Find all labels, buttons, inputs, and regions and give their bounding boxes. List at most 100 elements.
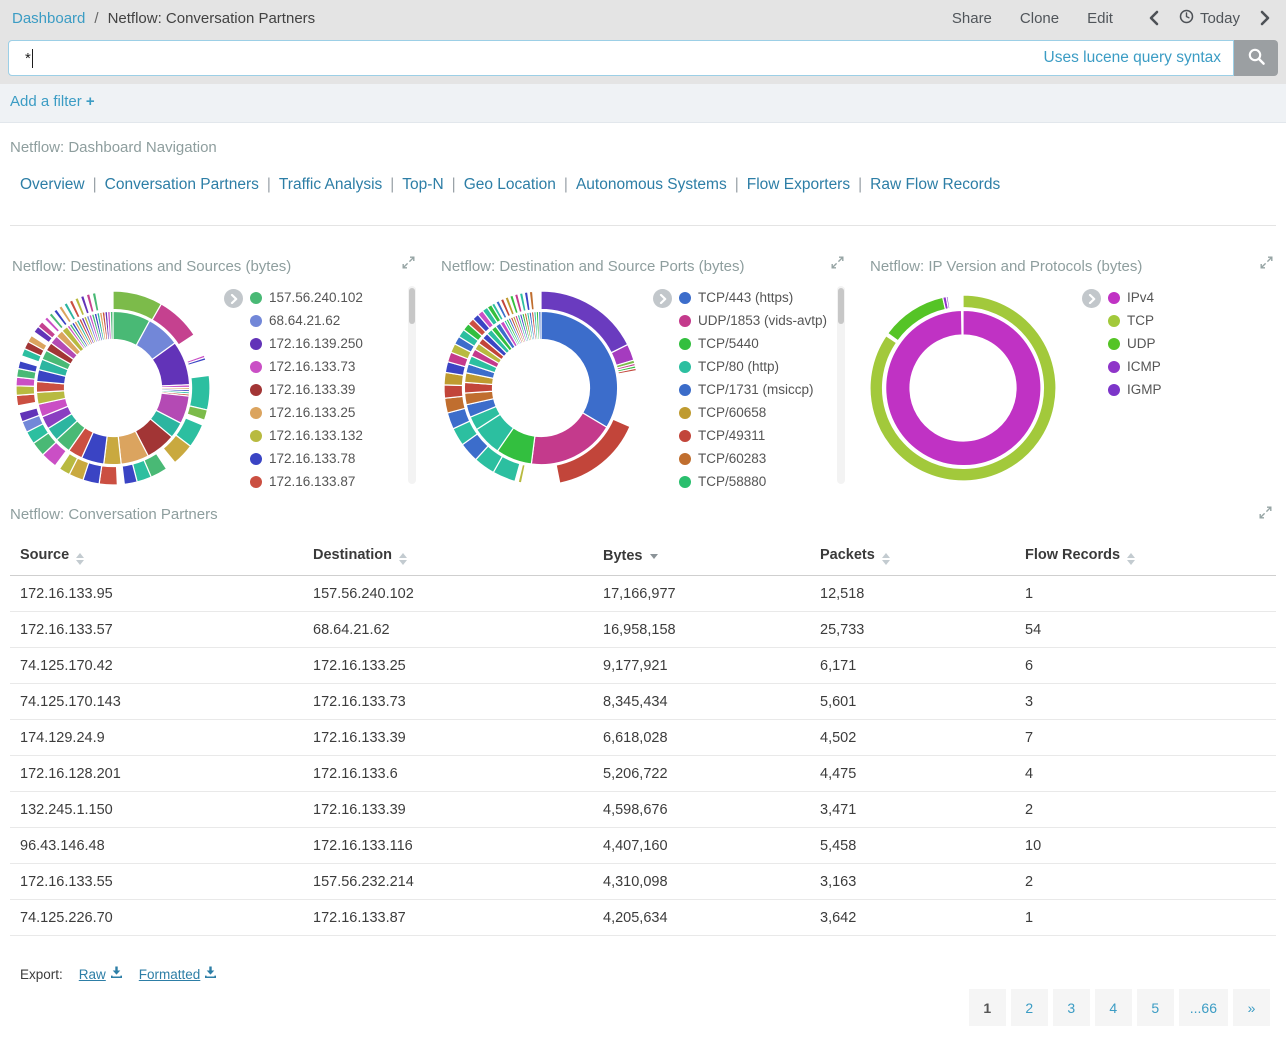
table-header-row: SourceDestination Bytes PacketsFlow Record… bbox=[10, 537, 1276, 576]
lucene-syntax-link[interactable]: Uses lucene query syntax bbox=[1044, 49, 1221, 67]
legend-item-172-16-133-25[interactable]: 172.16.133.25 bbox=[250, 401, 402, 424]
nav-link-flow-exporters[interactable]: Flow Exporters bbox=[747, 176, 850, 193]
nav-separator: | bbox=[564, 176, 568, 193]
legend-label: 172.16.133.132 bbox=[269, 428, 363, 443]
table-cell: 6,618,028 bbox=[593, 720, 810, 756]
table-cell: 4,502 bbox=[810, 720, 1015, 756]
legend-item-tcp-58880[interactable]: TCP/58880 bbox=[679, 470, 831, 493]
page-button-66[interactable]: ...66 bbox=[1179, 989, 1228, 1026]
legend-next-icon[interactable] bbox=[1082, 289, 1101, 308]
legend-item-172-16-133-132[interactable]: 172.16.133.132 bbox=[250, 424, 402, 447]
column-header-bytes[interactable]: Bytes bbox=[593, 537, 810, 576]
export-raw-link[interactable]: Raw bbox=[79, 966, 123, 982]
export-formatted-link[interactable]: Formatted bbox=[139, 966, 218, 982]
page-button-5[interactable]: 5 bbox=[1137, 989, 1174, 1026]
chart-legend: 157.56.240.10268.64.21.62172.16.139.2501… bbox=[224, 286, 416, 493]
column-header-source[interactable]: Source bbox=[10, 537, 303, 576]
legend-scrollbar[interactable] bbox=[408, 286, 416, 484]
legend-item-68-64-21-62[interactable]: 68.64.21.62 bbox=[250, 309, 402, 332]
page-button-[interactable]: » bbox=[1233, 989, 1270, 1026]
nav-link-conversation-partners[interactable]: Conversation Partners bbox=[105, 176, 259, 193]
sunburst-segment[interactable] bbox=[539, 311, 541, 339]
legend-item-172-16-133-87[interactable]: 172.16.133.87 bbox=[250, 470, 402, 493]
topbar: Dashboard / Netflow: Conversation Partne… bbox=[0, 0, 1286, 36]
share-button[interactable]: Share bbox=[952, 10, 992, 27]
table-cell: 172.16.133.6 bbox=[303, 756, 593, 792]
legend-next-icon[interactable] bbox=[224, 289, 243, 308]
search-button[interactable] bbox=[1234, 40, 1278, 76]
legend-item-tcp-49311[interactable]: TCP/49311 bbox=[679, 424, 831, 447]
legend-item-igmp[interactable]: IGMP bbox=[1108, 378, 1260, 401]
legend-item-172-16-133-78[interactable]: 172.16.133.78 bbox=[250, 447, 402, 470]
search-input[interactable]: * Uses lucene query syntax bbox=[8, 40, 1234, 76]
legend-items: IPv4TCPUDPICMPIGMP bbox=[1108, 286, 1260, 401]
page-button-4[interactable]: 4 bbox=[1095, 989, 1132, 1026]
legend-next-icon[interactable] bbox=[653, 289, 672, 308]
table-row: 74.125.170.143172.16.133.738,345,4345,60… bbox=[10, 684, 1276, 720]
sunburst-segment[interactable] bbox=[190, 375, 210, 410]
legend-items: TCP/443 (https)UDP/1853 (vids-avtp) TCP/5… bbox=[679, 286, 831, 493]
legend-item-tcp[interactable]: TCP bbox=[1108, 309, 1260, 332]
sunburst-chart[interactable] bbox=[858, 271, 1088, 491]
legend-item-tcp-60283[interactable]: TCP/60283 bbox=[679, 447, 831, 470]
legend-item-icmp[interactable]: ICMP bbox=[1108, 355, 1260, 378]
legend-item-172-16-133-39[interactable]: 172.16.133.39 bbox=[250, 378, 402, 401]
scrollbar-thumb[interactable] bbox=[838, 288, 844, 324]
charts-row: Netflow: Destinations and Sources (bytes… bbox=[0, 226, 1286, 498]
column-header-flow-records[interactable]: Flow Records bbox=[1015, 537, 1276, 576]
expand-icon[interactable] bbox=[1259, 506, 1272, 524]
time-range-label: Today bbox=[1200, 10, 1240, 27]
legend-item-ipv4[interactable]: IPv4 bbox=[1108, 286, 1260, 309]
expand-icon[interactable] bbox=[402, 256, 415, 274]
table-cell: 6 bbox=[1015, 648, 1276, 684]
scrollbar-thumb[interactable] bbox=[409, 288, 415, 324]
nav-separator: | bbox=[452, 176, 456, 193]
legend-item-tcp-80-http[interactable]: TCP/80 (http) bbox=[679, 355, 831, 378]
nav-link-top-n[interactable]: Top-N bbox=[402, 176, 443, 193]
legend-item-172-16-139-250[interactable]: 172.16.139.250 bbox=[250, 332, 402, 355]
sunburst-segment[interactable] bbox=[886, 310, 1041, 465]
breadcrumb-dashboard-link[interactable]: Dashboard bbox=[12, 10, 85, 27]
page-button-1[interactable]: 1 bbox=[969, 989, 1006, 1026]
nav-link-geo-location[interactable]: Geo Location bbox=[464, 176, 556, 193]
legend-item-udp-1853-vids-avtp[interactable]: UDP/1853 (vids-avtp) bbox=[679, 309, 831, 332]
nav-link-overview[interactable]: Overview bbox=[20, 176, 85, 193]
table-cell: 174.129.24.9 bbox=[10, 720, 303, 756]
column-header-destination[interactable]: Destination bbox=[303, 537, 593, 576]
clone-button[interactable]: Clone bbox=[1020, 10, 1059, 27]
table-cell: 4,407,160 bbox=[593, 828, 810, 864]
legend-scrollbar[interactable] bbox=[837, 286, 845, 484]
legend-item-tcp-443-https[interactable]: TCP/443 (https) bbox=[679, 286, 831, 309]
time-picker-button[interactable]: Today bbox=[1179, 9, 1240, 28]
page-button-3[interactable]: 3 bbox=[1053, 989, 1090, 1026]
sunburst-chart[interactable] bbox=[429, 271, 659, 491]
column-label: Bytes bbox=[603, 548, 643, 564]
legend-item-tcp-5440[interactable]: TCP/5440 bbox=[679, 332, 831, 355]
legend-item-tcp-1731-msiccp[interactable]: TCP/1731 (msiccp) bbox=[679, 378, 831, 401]
search-query-value: * bbox=[25, 49, 33, 68]
time-prev-icon[interactable] bbox=[1149, 10, 1159, 26]
add-filter-button[interactable]: Add a filter + bbox=[10, 93, 95, 110]
sunburst-segment[interactable] bbox=[444, 385, 463, 398]
table-cell: 172.16.133.25 bbox=[303, 648, 593, 684]
sunburst-segment[interactable] bbox=[16, 386, 35, 396]
column-header-packets[interactable]: Packets bbox=[810, 537, 1015, 576]
sunburst-chart[interactable] bbox=[0, 271, 230, 491]
legend-item-157-56-240-102[interactable]: 157.56.240.102 bbox=[250, 286, 402, 309]
export-label: Export: bbox=[20, 967, 63, 982]
table-cell: 5,206,722 bbox=[593, 756, 810, 792]
edit-button[interactable]: Edit bbox=[1087, 10, 1113, 27]
time-next-icon[interactable] bbox=[1260, 10, 1270, 26]
expand-icon[interactable] bbox=[1260, 256, 1273, 274]
sunburst-segment[interactable] bbox=[110, 311, 113, 339]
table-cell: 4,475 bbox=[810, 756, 1015, 792]
page-button-2[interactable]: 2 bbox=[1011, 989, 1048, 1026]
nav-link-raw-flow-records[interactable]: Raw Flow Records bbox=[870, 176, 1000, 193]
legend-item-tcp-60658[interactable]: TCP/60658 bbox=[679, 401, 831, 424]
nav-link-autonomous-systems[interactable]: Autonomous Systems bbox=[576, 176, 727, 193]
legend-label: TCP/5440 bbox=[698, 336, 759, 351]
expand-icon[interactable] bbox=[831, 256, 844, 274]
legend-item-172-16-133-73[interactable]: 172.16.133.73 bbox=[250, 355, 402, 378]
nav-link-traffic-analysis[interactable]: Traffic Analysis bbox=[279, 176, 382, 193]
legend-item-udp[interactable]: UDP bbox=[1108, 332, 1260, 355]
